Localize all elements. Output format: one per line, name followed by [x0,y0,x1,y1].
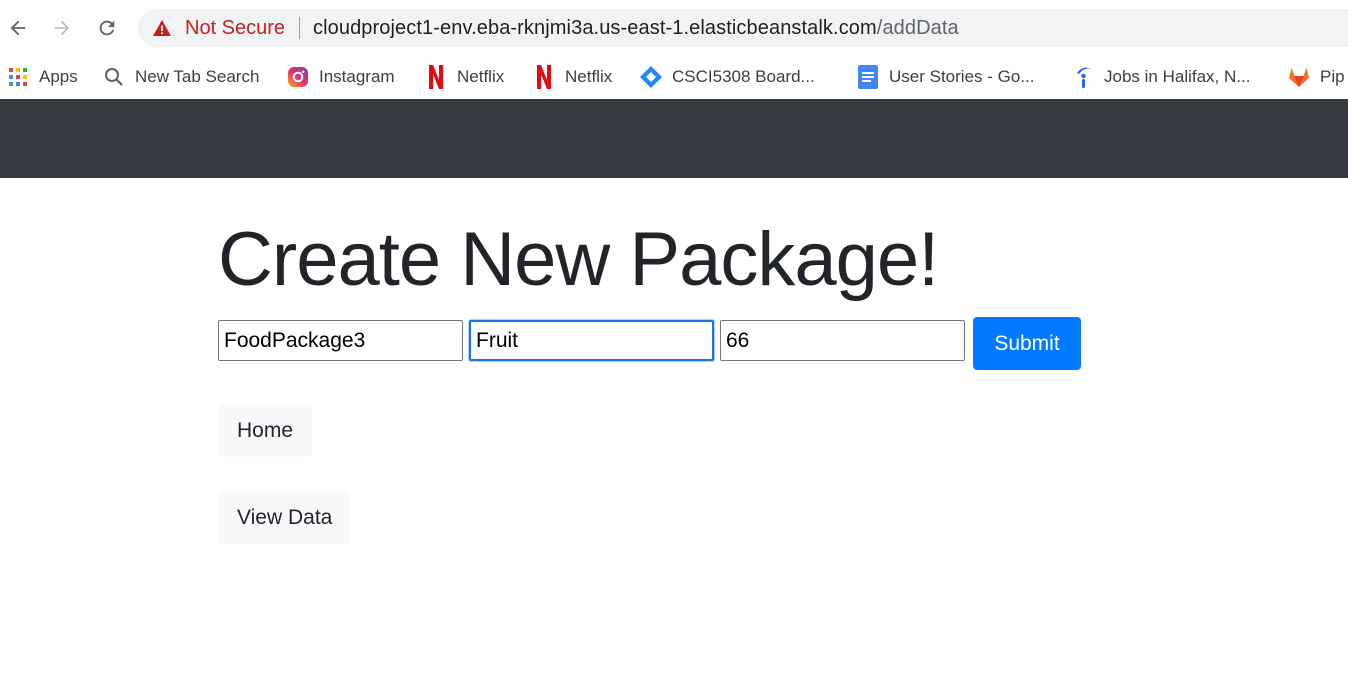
url-host: cloudproject1-env.eba-rknjmi3a.us-east-1… [313,17,877,39]
bookmark-label: Jobs in Halifax, N... [1104,67,1251,86]
search-icon [103,66,125,88]
back-button[interactable] [4,14,32,42]
reload-button[interactable] [93,14,121,42]
page-content: Create New Package! Submit Home View Dat… [0,178,1348,675]
bookmark-instagram[interactable]: Instagram [287,64,395,90]
warning-icon [153,20,171,36]
indeed-icon [1072,66,1094,88]
package-quantity-input[interactable] [720,320,965,361]
site-navbar [0,99,1348,178]
reload-icon [99,20,115,36]
bookmark-pip[interactable]: Pip [1288,64,1345,90]
bookmark-jobs-halifax[interactable]: Jobs in Halifax, N... [1072,64,1250,90]
forward-button[interactable] [48,14,76,42]
view-data-button[interactable]: View Data [218,491,352,544]
url-text[interactable]: cloudproject1-env.eba-rknjmi3a.us-east-1… [313,17,959,40]
url-path: /addData [876,17,959,39]
jira-icon [640,66,662,88]
package-type-input[interactable] [469,320,714,361]
browser-toolbar: Not Secure cloudproject1-env.eba-rknjmi3… [0,0,1348,56]
bookmark-label: New Tab Search [135,67,260,86]
bookmark-netflix-2[interactable]: Netflix [533,64,612,90]
bookmark-label: Apps [39,67,78,86]
bookmarks-bar: Apps New Tab Search Instagram Netflix Ne… [0,56,1348,98]
bookmark-label: Instagram [319,67,395,86]
apps-grid-icon [7,66,29,88]
address-bar[interactable]: Not Secure cloudproject1-env.eba-rknjmi3… [138,9,1348,47]
omnibox-divider [299,17,300,39]
netflix-icon [533,65,555,89]
instagram-icon [287,66,309,88]
bookmark-label: Netflix [457,67,505,86]
bookmark-user-stories[interactable]: User Stories - Go... [857,64,1034,90]
security-status-label[interactable]: Not Secure [185,17,285,40]
bookmark-csci5308-board[interactable]: CSCI5308 Board... [640,64,815,90]
page-title: Create New Package! [218,217,939,302]
home-button[interactable]: Home [218,404,313,457]
bookmark-label: CSCI5308 Board... [672,67,815,86]
arrow-left-icon [10,20,26,36]
submit-button[interactable]: Submit [973,317,1081,370]
gitlab-icon [1288,66,1310,88]
bookmark-netflix-1[interactable]: Netflix [425,64,504,90]
bookmark-label: User Stories - Go... [889,67,1035,86]
netflix-icon [425,65,447,89]
bookmark-label: Netflix [565,67,613,86]
bookmark-label: Pip [1320,67,1345,86]
bookmark-new-tab-search[interactable]: New Tab Search [103,64,259,90]
package-name-input[interactable] [218,320,463,361]
bookmark-apps[interactable]: Apps [7,64,78,90]
google-docs-icon [857,65,879,89]
arrow-right-icon [54,20,70,36]
